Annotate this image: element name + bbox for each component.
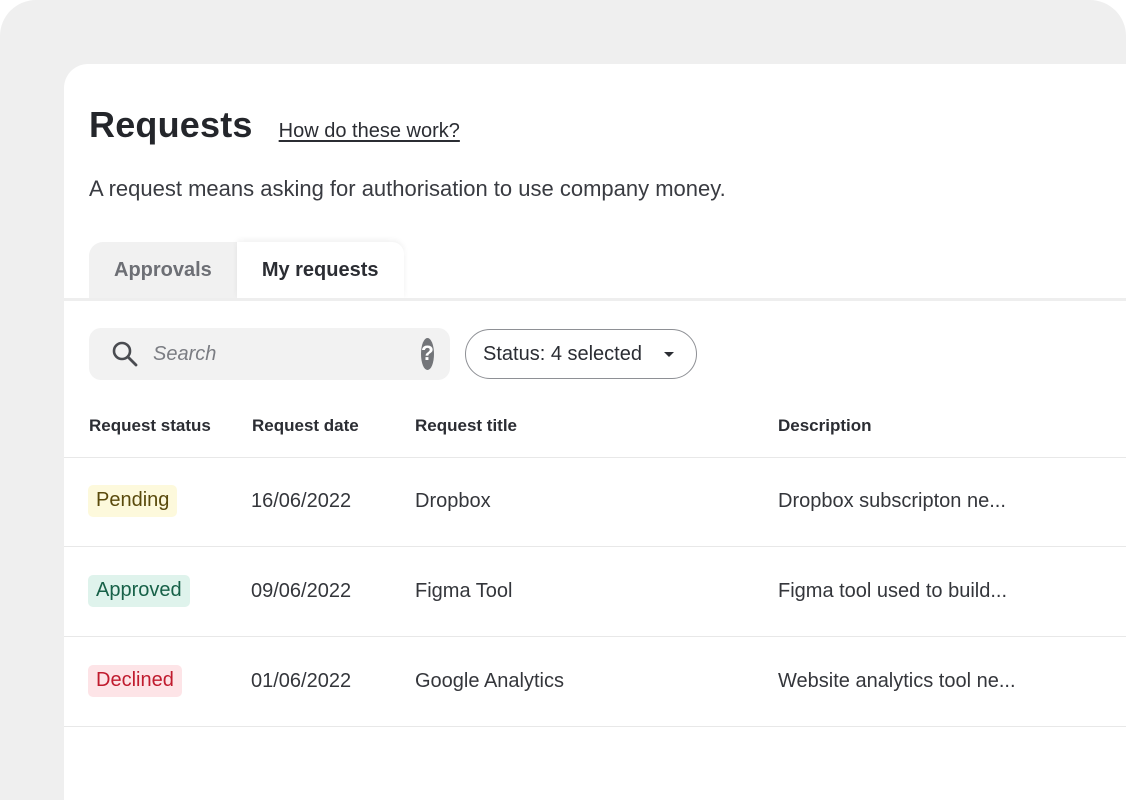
table-header: Request status Request date Request titl… [64,404,1126,458]
request-description: Website analytics tool ne... [778,669,1016,692]
help-icon[interactable]: ? [421,338,434,370]
request-date: 01/06/2022 [251,669,352,692]
request-date: 09/06/2022 [251,579,352,602]
search-input[interactable] [153,342,421,366]
tab-my-requests[interactable]: My requests [236,242,404,299]
requests-card: Requests How do these work? A request me… [64,64,1126,800]
search-box[interactable]: ? [89,328,450,380]
request-description: Figma tool used to build... [778,579,1008,602]
status-badge: Declined [88,665,182,697]
column-header-request-status: Request status [89,416,211,435]
page-header: Requests How do these work? [89,104,460,146]
status-badge: Approved [88,575,190,607]
status-filter-label: Status: 4 selected [483,342,642,365]
page-title: Requests [89,104,253,145]
how-do-these-work-link[interactable]: How do these work? [279,120,460,143]
request-date: 16/06/2022 [251,489,352,512]
table-row[interactable]: Pending 16/06/2022 Dropbox Dropbox subsc… [64,457,1126,547]
column-header-request-date: Request date [252,416,359,435]
request-title: Google Analytics [415,669,564,692]
table-row[interactable]: Approved 09/06/2022 Figma Tool Figma too… [64,547,1126,637]
request-title: Figma Tool [415,579,513,602]
tab-bar: Approvals My requests [89,242,404,299]
column-header-request-title: Request title [415,416,518,435]
status-filter-dropdown[interactable]: Status: 4 selected [465,329,697,379]
tabs-divider [64,298,1126,301]
table-row[interactable]: Declined 01/06/2022 Google Analytics Web… [64,637,1126,727]
tab-approvals[interactable]: Approvals [89,242,237,299]
request-title: Dropbox [415,489,491,512]
status-badge: Pending [88,485,178,517]
request-description: Dropbox subscripton ne... [778,489,1006,512]
app-background: Requests How do these work? A request me… [0,0,1126,800]
caret-down-icon [664,351,674,357]
page-subtitle: A request means asking for authorisation… [89,176,726,201]
column-header-description: Description [778,416,872,435]
search-icon [111,339,139,369]
